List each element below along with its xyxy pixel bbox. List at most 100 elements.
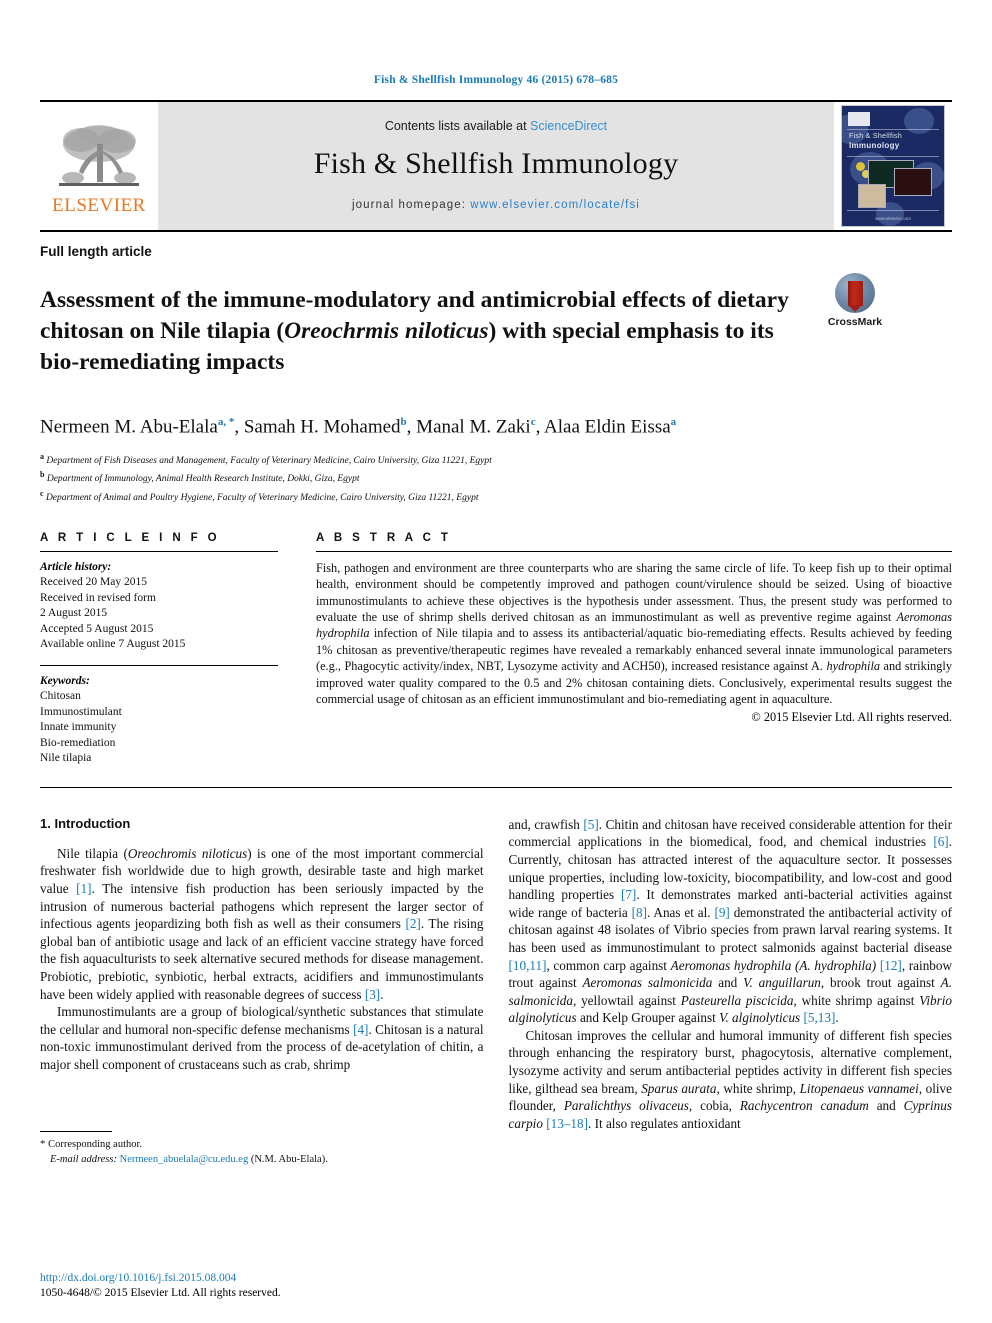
text-run: , white shrimp, (716, 1080, 800, 1096)
keyword-item: Nile tilapia (40, 752, 92, 765)
species-name: Oreochromis niloticus (127, 845, 248, 861)
section-divider (40, 786, 952, 788)
cover-title: Fish & Shellfish Immunology (849, 132, 938, 151)
keyword-item: Immunostimulant (40, 705, 122, 718)
contents-prefix: Contents lists available at (384, 119, 531, 133)
running-head: Fish & Shellfish Immunology 46 (2015) 67… (373, 74, 619, 86)
article-page: Fish & Shellfish Immunology 46 (2015) 67… (0, 0, 992, 1323)
author-3: Manal M. Zaki (416, 416, 531, 438)
affiliation-c-text: Department of Animal and Poultry Hygiene… (45, 493, 479, 504)
paragraph: Nile tilapia (Oreochromis niloticus) is … (40, 845, 484, 1003)
history-item: 2 August 2015 (40, 607, 108, 620)
text-run: and (868, 1098, 904, 1114)
history-item: Available online 7 August 2015 (40, 638, 186, 651)
abstract-copyright: © 2015 Elsevier Ltd. All rights reserved… (751, 710, 952, 725)
affiliation-b-mark: b (40, 470, 45, 480)
text-run: and (712, 975, 744, 991)
journal-homepage-line: journal homepage: www.elsevier.com/locat… (352, 199, 640, 211)
body-column-right: and, crawfish [5]. Chitin and chitosan h… (509, 816, 953, 1168)
cover-image: Fish & Shellfish Immunology www.elsevier… (841, 105, 945, 227)
abstract-heading: A B S T R A C T (316, 531, 452, 544)
author-1-sup[interactable]: a, * (218, 416, 235, 428)
divider (40, 550, 278, 552)
text-run: . (835, 1010, 839, 1026)
author-4: Alaa Eldin Eissa (544, 416, 671, 438)
author-4-sup: a (670, 416, 677, 429)
sciencedirect-link[interactable]: ScienceDirect (530, 119, 607, 133)
crossmark-label: CrossMark (827, 316, 883, 328)
species-name: Pasteurella piscicida (680, 992, 794, 1008)
title-block: Assessment of the immune-modulatory and … (40, 269, 952, 393)
affiliation-b: b Department of Immunology, Animal Healt… (40, 468, 952, 487)
affiliation-a: a Department of Fish Diseases and Manage… (40, 450, 952, 469)
citation-ref[interactable]: [1] (76, 881, 91, 896)
footnote-block: * Corresponding author. E-mail address: … (40, 1131, 484, 1167)
email-link[interactable]: Nermeen_abuelala@cu.edu.eg (120, 1154, 249, 1165)
crossmark-badge-wrap[interactable]: CrossMark (800, 269, 910, 328)
paragraph: and, crawfish [5]. Chitin and chitosan h… (509, 816, 953, 1027)
homepage-url-link[interactable]: www.elsevier.com/locate/fsi (470, 199, 640, 211)
keyword-item: Bio-remediation (40, 736, 116, 749)
text-run: and Kelp Grouper against (576, 1010, 720, 1026)
keyword-item: Chitosan (40, 690, 81, 703)
doi-link[interactable]: http://dx.doi.org/10.1016/j.fsi.2015.08.… (40, 1271, 281, 1286)
citation-ref[interactable]: [4] (353, 1022, 368, 1037)
article-info-heading: A R T I C L E I N F O (40, 531, 221, 544)
citation-ref[interactable]: [5] (583, 817, 598, 832)
elsevier-wordmark: ELSEVIER (52, 194, 146, 216)
species-name: Aeromonas hydrophila (A. hydrophila) (670, 957, 877, 973)
citation-ref[interactable]: [3] (365, 987, 380, 1002)
cover-title-line1: Fish & Shellfish (849, 133, 903, 140)
homepage-prefix: journal homepage: (352, 199, 471, 211)
elsevier-tree-icon (59, 124, 139, 186)
issn-copyright-line: 1050-4648/© 2015 Elsevier Ltd. All right… (40, 1287, 281, 1299)
text-run: . It also regulates antioxidant (588, 1115, 741, 1131)
citation-ref[interactable]: [10,11] (509, 958, 547, 973)
abstract-text: Fish, pathogen and environment are three… (316, 560, 952, 708)
text-run: , brook trout against (820, 975, 941, 991)
text-run: , common carp against (546, 957, 671, 973)
citation-ref[interactable]: [5,13] (803, 1010, 835, 1025)
cover-photo-micrograph (858, 184, 886, 208)
affiliation-a-mark: a (40, 451, 44, 461)
author-2: Samah H. Mohamed (243, 416, 401, 438)
species-name: Aeromonas salmonicida (582, 975, 713, 991)
keyword-item: Innate immunity (40, 721, 117, 734)
paragraph: Immunostimulants are a group of biologic… (40, 1003, 484, 1073)
abstract-column: A B S T R A C T Fish, pathogen and envir… (316, 532, 952, 767)
affiliation-c: c Department of Animal and Poultry Hygie… (40, 487, 952, 506)
body-column-left: 1. Introduction Nile tilapia (Oreochromi… (40, 816, 484, 1168)
abstract-p1: Fish, pathogen and environment are three… (316, 560, 952, 624)
affiliations: a Department of Fish Diseases and Manage… (40, 450, 952, 506)
citation-ref[interactable]: [13–18] (546, 1116, 588, 1131)
species-name: Paralichthys olivaceus (563, 1098, 689, 1114)
citation-ref[interactable]: [12] (880, 958, 902, 973)
citation-ref[interactable]: [9] (714, 905, 729, 920)
abstract-species-2: hydrophila (826, 659, 881, 674)
article-type-label: Full length article (40, 244, 152, 259)
divider (40, 664, 278, 666)
keywords-label: Keywords: (40, 674, 90, 687)
title-species: Oreochrmis niloticus (284, 317, 489, 344)
text-run: . Anas et al. (646, 904, 715, 920)
email-label: E-mail address: (50, 1153, 117, 1165)
history-item: Received 20 May 2015 (40, 576, 147, 589)
history-item: Received in revised form (40, 591, 156, 604)
affiliation-b-text: Department of Immunology, Animal Health … (46, 474, 360, 485)
text-run: and, crawfish (508, 816, 584, 832)
article-history-label: Article history: (40, 560, 112, 573)
crossmark-icon (835, 273, 875, 313)
text-run: , yellowtail against (572, 992, 681, 1008)
journal-title: Fish & Shellfish Immunology (313, 147, 679, 180)
species-name: Rachycentron canadum (739, 1098, 869, 1114)
citation-ref[interactable]: [7] (621, 887, 636, 902)
citation-ref[interactable]: [2] (405, 916, 420, 931)
cover-url: www.elsevier.com (875, 216, 911, 221)
species-name: V. anguillarun (743, 975, 821, 991)
citation-ref[interactable]: [8] (632, 905, 647, 920)
species-name: V. alginolyticus (719, 1010, 801, 1026)
cover-publisher-mark (848, 112, 870, 126)
journal-cover-thumbnail[interactable]: Fish & Shellfish Immunology www.elsevier… (834, 102, 952, 230)
citation-ref[interactable]: [6] (933, 834, 948, 849)
elsevier-logo: ELSEVIER (40, 102, 158, 230)
